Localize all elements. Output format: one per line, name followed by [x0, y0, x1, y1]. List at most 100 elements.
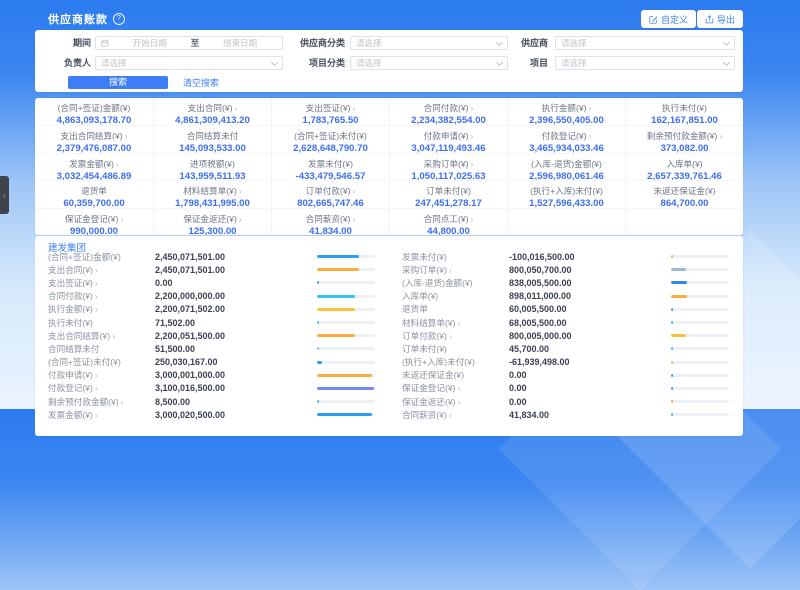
metric-label[interactable]: 保证金返还(¥)› — [402, 396, 509, 408]
page-title-text: 供应商账款 — [48, 11, 108, 27]
metric-label[interactable]: 材料结算单(¥)› — [402, 317, 509, 329]
stat-card[interactable]: 合同薪资(¥)›41,834.00 — [271, 208, 389, 235]
sidebar-collapse-handle[interactable]: ‹ — [0, 176, 9, 214]
stat-card[interactable]: 支出签证(¥)›1,783,765.50 — [271, 98, 389, 125]
stats-panel: (合同+签证)金额(¥)4,863,093,178.70支出合同(¥)›4,86… — [35, 98, 743, 235]
metric-label[interactable]: 剩余预付款金额(¥)› — [48, 396, 155, 408]
search-button[interactable]: 搜索 — [68, 76, 168, 89]
stat-label: 支出签证(¥)› — [272, 102, 389, 114]
export-button[interactable]: 导出 — [697, 10, 743, 28]
metric-label[interactable]: 合同付款(¥)› — [48, 290, 155, 302]
help-icon[interactable]: ? — [113, 13, 125, 25]
metric-bar-track — [317, 255, 375, 258]
stat-value[interactable]: 4,861,309,413.20 — [154, 115, 271, 125]
project-select[interactable]: 请选择 — [555, 56, 735, 70]
metric-bar-track — [671, 347, 729, 350]
stat-label: 合同点工(¥)› — [390, 213, 507, 225]
stat-value[interactable]: 3,047,119,493.46 — [390, 143, 507, 152]
metric-label[interactable]: 付款申请(¥)› — [48, 369, 155, 381]
metric-bar-track — [317, 281, 375, 284]
start-date-placeholder[interactable]: 开始日期 — [113, 37, 187, 49]
stat-value[interactable]: 44,800.00 — [390, 226, 507, 235]
metric-bar-track — [317, 387, 375, 390]
stat-card[interactable]: 保证金登记(¥)›990,000.00 — [35, 208, 153, 235]
metric-value: 45,700.00 — [509, 344, 667, 354]
metric-label[interactable]: 采购订单(¥)› — [402, 264, 509, 276]
metric-label[interactable]: 支出合同结算(¥)› — [48, 330, 155, 342]
stat-value[interactable]: 1,783,765.50 — [272, 115, 389, 125]
stat-card[interactable]: 付款申请(¥)›3,047,119,493.46 — [389, 125, 507, 152]
metric-label[interactable]: 支出签证(¥)› — [48, 277, 155, 289]
stat-value[interactable]: 1,050,117,025.63 — [390, 171, 507, 180]
stat-card[interactable]: 采购订单(¥)›1,050,117,025.63 — [389, 153, 507, 180]
project-category-label: 项目分类 — [255, 56, 345, 70]
metric-bar-fill — [671, 387, 673, 390]
metric-label[interactable]: 发票金额(¥)› — [48, 409, 155, 421]
metric-bar-track — [671, 308, 729, 311]
metric-label[interactable]: 保证金登记(¥)› — [402, 382, 509, 394]
chevron-right-icon: › — [235, 103, 238, 113]
stat-value: 1,527,596,433.00 — [508, 198, 625, 207]
owner-label: 负责人 — [43, 56, 91, 70]
stat-value[interactable]: 990,000.00 — [35, 226, 153, 235]
stat-card: 合同结算未付145,093,533.00 — [153, 125, 271, 152]
stat-card: 未返还保证金(¥)864,700.00 — [625, 180, 743, 207]
stat-value[interactable]: 802,665,747.46 — [272, 198, 389, 207]
stat-value[interactable]: 3,032,454,486.89 — [35, 171, 153, 180]
stat-card[interactable]: 剩余预付款金额(¥)›373,082.00 — [625, 125, 743, 152]
stat-value[interactable]: 2,396,550,405.00 — [508, 115, 625, 125]
metric-bar-fill — [317, 374, 372, 377]
stat-card[interactable]: 发票金额(¥)›3,032,454,486.89 — [35, 153, 153, 180]
metric-bar-fill — [671, 347, 673, 350]
supplier-select[interactable]: 请选择 — [555, 36, 735, 50]
metric-bar-track — [671, 334, 729, 337]
metric-label[interactable]: 订单付款(¥)› — [402, 330, 509, 342]
stat-value[interactable]: 373,082.00 — [626, 143, 743, 152]
stat-card[interactable]: 执行金额(¥)›2,396,550,405.00 — [507, 98, 625, 125]
stat-card[interactable]: 支出合同(¥)›4,861,309,413.20 — [153, 98, 271, 125]
stat-label: (合同+签证)未付(¥) — [272, 130, 389, 142]
chevron-right-icon: › — [589, 131, 592, 141]
metric-bar-track — [671, 295, 729, 298]
stat-value[interactable]: 1,798,431,995.00 — [154, 198, 271, 207]
stat-card[interactable]: 材料结算单(¥)›1,798,431,995.00 — [153, 180, 271, 207]
export-icon — [705, 15, 714, 24]
metric-label[interactable]: 付款登记(¥)› — [48, 382, 155, 394]
stat-card[interactable]: 支出合同结算(¥)›2,379,476,087.00 — [35, 125, 153, 152]
metric-label[interactable]: 执行金额(¥)› — [48, 303, 155, 315]
metric-bar-fill — [671, 413, 673, 416]
metric-row: 保证金登记(¥)›0.00 — [389, 382, 743, 395]
stat-card[interactable]: 订单付款(¥)›802,665,747.46 — [271, 180, 389, 207]
page-title: 供应商账款 ? — [48, 11, 125, 27]
stat-card[interactable]: 保证金返还(¥)›125,300.00 — [153, 208, 271, 235]
stat-card[interactable]: 付款登记(¥)›3,465,934,033.46 — [507, 125, 625, 152]
stat-value[interactable]: 2,379,476,087.00 — [35, 143, 153, 152]
metric-label[interactable]: 合同薪资(¥)› — [402, 409, 509, 421]
chevron-right-icon: › — [457, 383, 460, 393]
metric-row: 执行未付(¥)71,502.00 — [35, 316, 389, 329]
customize-button[interactable]: 自定义 — [641, 10, 696, 28]
chevron-right-icon: › — [353, 186, 356, 196]
metric-bar-fill — [317, 281, 319, 284]
chevron-right-icon: › — [120, 214, 123, 224]
stat-value: 2,596,980,061.46 — [508, 171, 625, 180]
stat-label: 订单付款(¥)› — [272, 185, 389, 197]
metric-label[interactable]: 支出合同(¥)› — [48, 264, 155, 276]
metric-bar-fill — [317, 387, 374, 390]
clear-search-link[interactable]: 清空搜索 — [183, 77, 219, 89]
stat-card[interactable]: 合同点工(¥)›44,800.00 — [389, 208, 507, 235]
stat-card[interactable]: 合同付款(¥)›2,234,382,554.00 — [389, 98, 507, 125]
stat-value[interactable]: 2,234,382,554.00 — [390, 115, 507, 125]
stat-value: 2,657,339,761.46 — [626, 171, 743, 180]
stat-value[interactable]: 125,300.00 — [154, 226, 271, 235]
stat-value[interactable]: 41,834.00 — [272, 226, 389, 235]
metric-bar-track — [671, 281, 729, 284]
stat-value[interactable]: 3,465,934,033.46 — [508, 143, 625, 152]
stat-card: (执行+入库)未付(¥)1,527,596,433.00 — [507, 180, 625, 207]
metric-value: -100,016,500.00 — [509, 252, 667, 262]
stat-card: 发票未付(¥)-433,479,546.57 — [271, 153, 389, 180]
metric-bar-fill — [671, 361, 673, 364]
stats-grid: (合同+签证)金额(¥)4,863,093,178.70支出合同(¥)›4,86… — [35, 98, 743, 235]
chevron-down-icon — [723, 58, 730, 65]
metric-value: 2,200,051,500.00 — [155, 331, 313, 341]
